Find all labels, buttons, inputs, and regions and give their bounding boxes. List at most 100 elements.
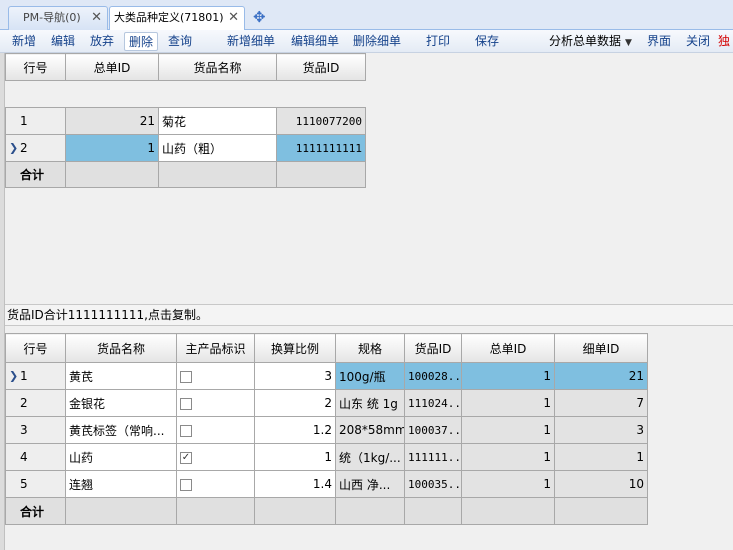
- master-id-cell[interactable]: 1: [65, 134, 159, 162]
- goods-name-cell[interactable]: 山药（粗）: [158, 134, 277, 162]
- table-row[interactable]: ❯1 黄芪 3 100g/瓶 100028... 1 21: [5, 362, 648, 390]
- ratio-cell[interactable]: 1.2: [254, 416, 336, 444]
- goods-id-cell[interactable]: 100035...: [404, 470, 462, 498]
- save-button[interactable]: 保存: [474, 32, 500, 51]
- goods-name-cell[interactable]: 黄芪标签（常响...: [65, 416, 177, 444]
- detail-id-cell[interactable]: 21: [554, 362, 648, 390]
- detail-id-cell[interactable]: 7: [554, 389, 648, 417]
- goods-name-cell[interactable]: 黄芪: [65, 362, 177, 390]
- print-button[interactable]: 打印: [425, 32, 451, 51]
- table-row[interactable]: 2 金银花 2 山东 统 1g 111024... 1 7: [5, 389, 648, 417]
- goods-name-cell[interactable]: 菊花: [158, 107, 277, 135]
- layout-button[interactable]: 界面: [646, 32, 672, 51]
- master-id-cell[interactable]: 21: [65, 107, 159, 135]
- tab-category-definition[interactable]: 大类品种定义(71801) ✕: [109, 6, 245, 31]
- master-id-cell[interactable]: 1: [461, 470, 555, 498]
- add-button[interactable]: 新增: [11, 32, 37, 51]
- main-product-cell[interactable]: [176, 389, 255, 417]
- detail-id-cell[interactable]: 10: [554, 470, 648, 498]
- total-cell: [335, 497, 405, 525]
- column-header[interactable]: 行号: [5, 53, 66, 81]
- column-header[interactable]: 货品ID: [276, 53, 366, 81]
- master-id-cell[interactable]: 1: [461, 416, 555, 444]
- column-header[interactable]: 规格: [335, 333, 405, 363]
- add-detail-button[interactable]: 新增细单: [226, 32, 276, 51]
- ratio-cell[interactable]: 3: [254, 362, 336, 390]
- table-row[interactable]: 3 黄芪标签（常响... 1.2 208*58mm 100037... 1 3: [5, 416, 648, 444]
- master-id-cell[interactable]: 1: [461, 362, 555, 390]
- main-product-cell[interactable]: ✓: [176, 443, 255, 471]
- header-filler: [5, 80, 366, 108]
- main-product-checkbox[interactable]: [180, 424, 192, 437]
- main-product-cell[interactable]: [176, 416, 255, 444]
- tab-pm-navigation[interactable]: PM-导航(0) ✕: [8, 6, 108, 30]
- spec-cell[interactable]: 山西 净...: [335, 470, 405, 498]
- column-header[interactable]: 主产品标识: [176, 333, 255, 363]
- standalone-button[interactable]: 独: [718, 32, 733, 51]
- total-label: 合计: [5, 497, 66, 525]
- tab-label: 大类品种定义(71801): [114, 11, 224, 24]
- analyze-master-dropdown[interactable]: 分析总单数据 ▼: [549, 32, 641, 51]
- copy-sum-hint[interactable]: 货品ID合计1111111111,点击复制。: [5, 304, 733, 326]
- table-row[interactable]: 4 山药 ✓ 1 统（1kg/... 111111... 1 1: [5, 443, 648, 471]
- spec-cell[interactable]: 统（1kg/...: [335, 443, 405, 471]
- main-product-cell[interactable]: [176, 470, 255, 498]
- close-icon[interactable]: ✕: [228, 7, 239, 29]
- row-number: 2: [5, 389, 66, 417]
- table-row[interactable]: 5 连翘 1.4 山西 净... 100035... 1 10: [5, 470, 648, 498]
- master-id-cell[interactable]: 1: [461, 443, 555, 471]
- column-header[interactable]: 总单ID: [65, 53, 159, 81]
- edit-detail-button[interactable]: 编辑细单: [290, 32, 340, 51]
- delete-button[interactable]: 删除: [124, 32, 158, 51]
- add-tab-icon[interactable]: ✥: [253, 8, 266, 26]
- column-header[interactable]: 细单ID: [554, 333, 648, 363]
- close-button[interactable]: 关闭: [685, 32, 711, 51]
- main-product-checkbox-checked[interactable]: ✓: [180, 451, 192, 464]
- total-label: 合计: [5, 161, 66, 188]
- ratio-cell[interactable]: 2: [254, 389, 336, 417]
- edit-button[interactable]: 编辑: [50, 32, 76, 51]
- goods-id-cell[interactable]: 111024...: [404, 389, 462, 417]
- table-row[interactable]: 1 21 菊花 1110077200: [5, 107, 366, 135]
- goods-id-cell[interactable]: 1110077200: [276, 107, 366, 135]
- total-cell: [176, 497, 255, 525]
- column-header[interactable]: 换算比例: [254, 333, 336, 363]
- spec-cell[interactable]: 山东 统 1g: [335, 389, 405, 417]
- ratio-cell[interactable]: 1: [254, 443, 336, 471]
- row-number: ❯ 2: [5, 134, 66, 162]
- total-cell: [65, 497, 177, 525]
- main-product-checkbox[interactable]: [180, 397, 192, 410]
- column-header[interactable]: 货品ID: [404, 333, 462, 363]
- ratio-cell[interactable]: 1.4: [254, 470, 336, 498]
- toolbar: 新增 编辑 放弃 删除 查询 新增细单 编辑细单 删除细单 打印 保存 分析总单…: [0, 30, 733, 53]
- goods-name-cell[interactable]: 山药: [65, 443, 177, 471]
- goods-id-cell[interactable]: 1111111111: [276, 134, 366, 162]
- goods-id-cell[interactable]: 100037...: [404, 416, 462, 444]
- detail-grid: 行号 货品名称 主产品标识 换算比例 规格 货品ID 总单ID 细单ID ❯ 1 …: [5, 333, 648, 525]
- detail-id-cell[interactable]: 1: [554, 443, 648, 471]
- column-header[interactable]: 货品名称: [158, 53, 277, 81]
- spec-cell[interactable]: 100g/瓶: [335, 362, 405, 390]
- goods-id-cell[interactable]: 100028...: [404, 362, 462, 390]
- goods-name-cell[interactable]: 连翘: [65, 470, 177, 498]
- master-id-cell[interactable]: 1: [461, 389, 555, 417]
- row-number: 4: [5, 443, 66, 471]
- column-header[interactable]: 行号: [5, 333, 66, 363]
- total-cell: [65, 161, 159, 188]
- query-button[interactable]: 查询: [167, 32, 193, 51]
- column-header[interactable]: 货品名称: [65, 333, 177, 363]
- discard-button[interactable]: 放弃: [89, 32, 115, 51]
- delete-detail-button[interactable]: 删除细单: [352, 32, 402, 51]
- goods-name-cell[interactable]: 金银花: [65, 389, 177, 417]
- main-product-cell[interactable]: [176, 362, 255, 390]
- close-icon[interactable]: ✕: [91, 7, 102, 29]
- table-row[interactable]: ❯ 2 1 山药（粗） 1111111111: [5, 134, 366, 162]
- main-product-checkbox[interactable]: [180, 478, 192, 491]
- spec-cell[interactable]: 208*58mm: [335, 416, 405, 444]
- goods-id-cell[interactable]: 111111...: [404, 443, 462, 471]
- row-number-text: 2: [20, 141, 28, 155]
- column-header[interactable]: 总单ID: [461, 333, 555, 363]
- tab-label: PM-导航(0): [23, 11, 81, 24]
- detail-id-cell[interactable]: 3: [554, 416, 648, 444]
- main-product-checkbox[interactable]: [180, 370, 192, 383]
